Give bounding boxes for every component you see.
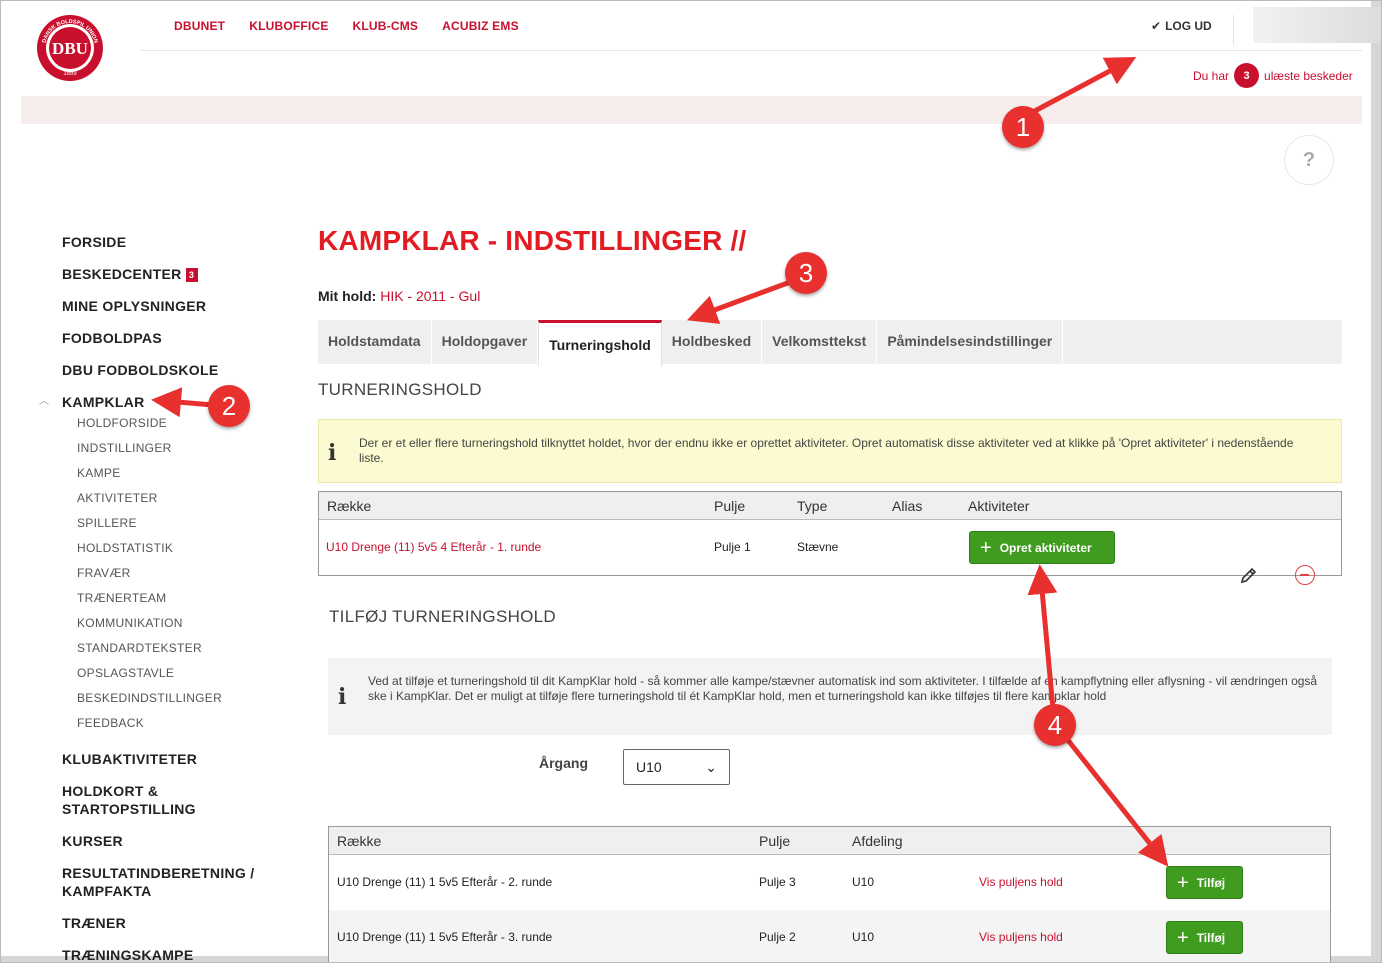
annotation-callout-1: 1: [1002, 106, 1044, 148]
annotation-callout-4: 4: [1034, 704, 1076, 746]
arrow-2: [151, 387, 214, 418]
app-window: DBU 1889 DANSK BOLDSPIL UNION DBUNET KLU…: [0, 0, 1382, 963]
arrow-4b: [1065, 737, 1169, 867]
annotation-arrows: [151, 56, 1169, 867]
annotation-callout-3: 3: [785, 252, 827, 294]
annotation-callout-2: 2: [208, 385, 250, 427]
arrow-3: [686, 278, 794, 324]
arrow-1: [1029, 56, 1137, 116]
arrow-4a: [1027, 564, 1058, 710]
